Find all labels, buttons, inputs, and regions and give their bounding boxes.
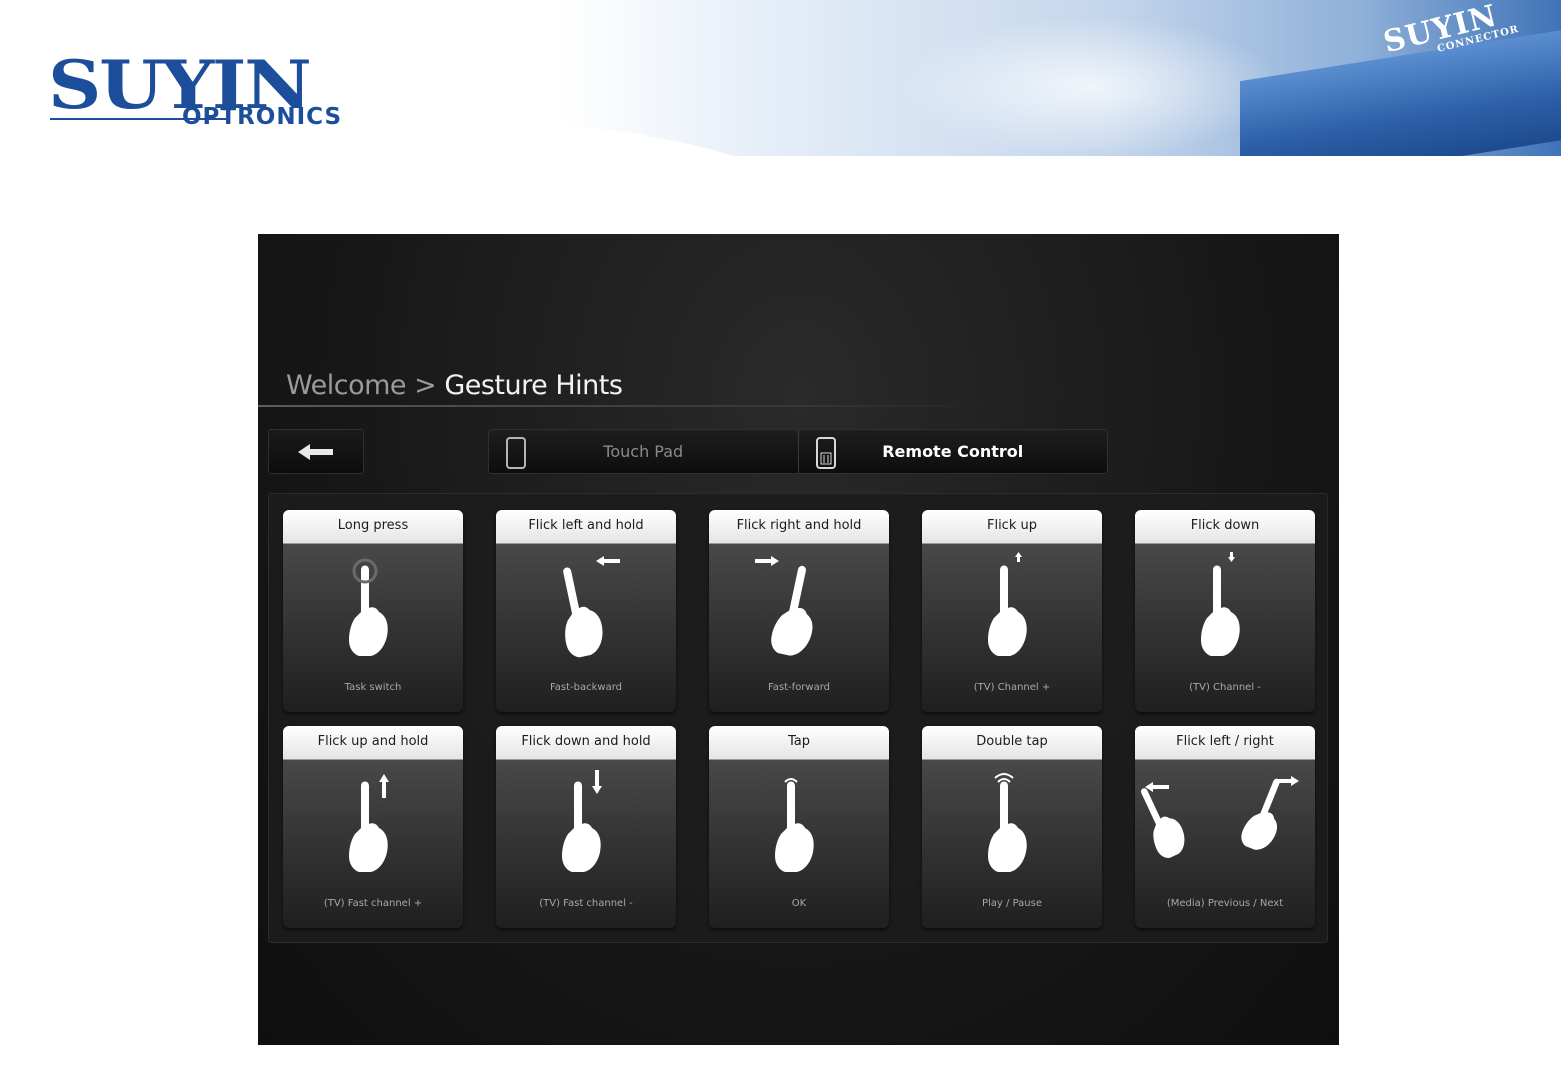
gesture-card-caption: (TV) Fast channel + xyxy=(323,898,423,909)
gesture-card[interactable]: Flick down (TV) Channel - xyxy=(1135,510,1315,712)
gesture-card-title: Flick right and hold xyxy=(709,510,889,544)
flick-up-hold-icon xyxy=(349,774,389,872)
gesture-card-caption: Fast-backward xyxy=(549,682,623,693)
company-logo: SUYIN OPTRONICS xyxy=(48,46,388,138)
flick-up-icon xyxy=(988,552,1027,656)
flick-left-right-icon xyxy=(1141,776,1299,858)
gesture-card-caption: (TV) Channel - xyxy=(1189,682,1261,693)
gesture-card-caption: (TV) Fast channel - xyxy=(539,898,633,909)
flick-left-hold-icon xyxy=(563,556,620,658)
page-title: Gesture Hints xyxy=(444,370,623,401)
tab-touch-pad-label: Touch Pad xyxy=(603,442,684,461)
gesture-card[interactable]: Flick up and hold (TV) Fast channel + xyxy=(283,726,463,928)
gesture-card[interactable]: Flick up (TV) Channel + xyxy=(922,510,1102,712)
flick-down-icon xyxy=(1201,552,1240,656)
gesture-card[interactable]: Long press Task switch xyxy=(283,510,463,712)
gesture-card-title: Flick left and hold xyxy=(496,510,676,544)
gesture-card[interactable]: Flick left / right (Media) Previous / Nex… xyxy=(1135,726,1315,928)
back-button[interactable] xyxy=(268,429,364,474)
breadcrumb-separator: > xyxy=(406,370,445,401)
gesture-card-title: Flick up xyxy=(922,510,1102,544)
gesture-card-caption: (Media) Previous / Next xyxy=(1166,898,1284,909)
gesture-card-title: Flick down and hold xyxy=(496,726,676,760)
logo-subtitle: OPTRONICS xyxy=(182,104,343,130)
header-banner: SUYIN CONNECTOR SUYIN OPTRONICS xyxy=(0,0,1561,156)
double-tap-icon xyxy=(988,773,1027,872)
gesture-card[interactable]: Tap OK xyxy=(709,726,889,928)
gesture-card-title: Flick up and hold xyxy=(283,726,463,760)
flick-right-hold-icon xyxy=(755,556,813,656)
world-map-graphic xyxy=(880,10,1300,150)
flick-down-hold-icon xyxy=(562,770,602,872)
gesture-card-title: Double tap xyxy=(922,726,1102,760)
tablet-icon xyxy=(506,437,526,469)
tab-remote-control[interactable]: Remote Control xyxy=(797,430,1107,473)
remote-control-icon xyxy=(815,437,836,469)
gesture-card[interactable]: Flick left and hold Fast-backward xyxy=(496,510,676,712)
gesture-panel: Long press Task switch Flick left and hold… xyxy=(268,493,1328,943)
breadcrumb-divider xyxy=(258,405,998,407)
breadcrumb: Welcome > Gesture Hints xyxy=(286,370,623,401)
gesture-card-caption: Task switch xyxy=(344,682,402,693)
long-press-icon xyxy=(349,558,388,656)
tab-touch-pad[interactable]: Touch Pad xyxy=(489,430,798,473)
app-screen: Welcome > Gesture Hints Touch Pad Remote… xyxy=(258,234,1339,1045)
arrow-left-icon xyxy=(298,443,333,460)
mode-tab-bar: Touch Pad Remote Control xyxy=(488,429,1108,474)
gesture-card-caption: OK xyxy=(791,898,807,909)
gesture-card-title: Tap xyxy=(709,726,889,760)
tab-remote-control-label: Remote Control xyxy=(882,442,1024,461)
tap-icon xyxy=(775,778,814,872)
gesture-card-caption: (TV) Channel + xyxy=(973,682,1051,693)
gesture-card[interactable]: Flick right and hold Fast-forward xyxy=(709,510,889,712)
gesture-card[interactable]: Flick down and hold (TV) Fast channel - xyxy=(496,726,676,928)
gesture-card-title: Long press xyxy=(283,510,463,544)
gesture-card-caption: Fast-forward xyxy=(767,682,831,693)
gesture-card-title: Flick down xyxy=(1135,510,1315,544)
breadcrumb-welcome-link[interactable]: Welcome xyxy=(286,370,407,401)
gesture-card-caption: Play / Pause xyxy=(982,898,1042,909)
gesture-card-title: Flick left / right xyxy=(1135,726,1315,760)
gesture-card[interactable]: Double tap Play / Pause xyxy=(922,726,1102,928)
